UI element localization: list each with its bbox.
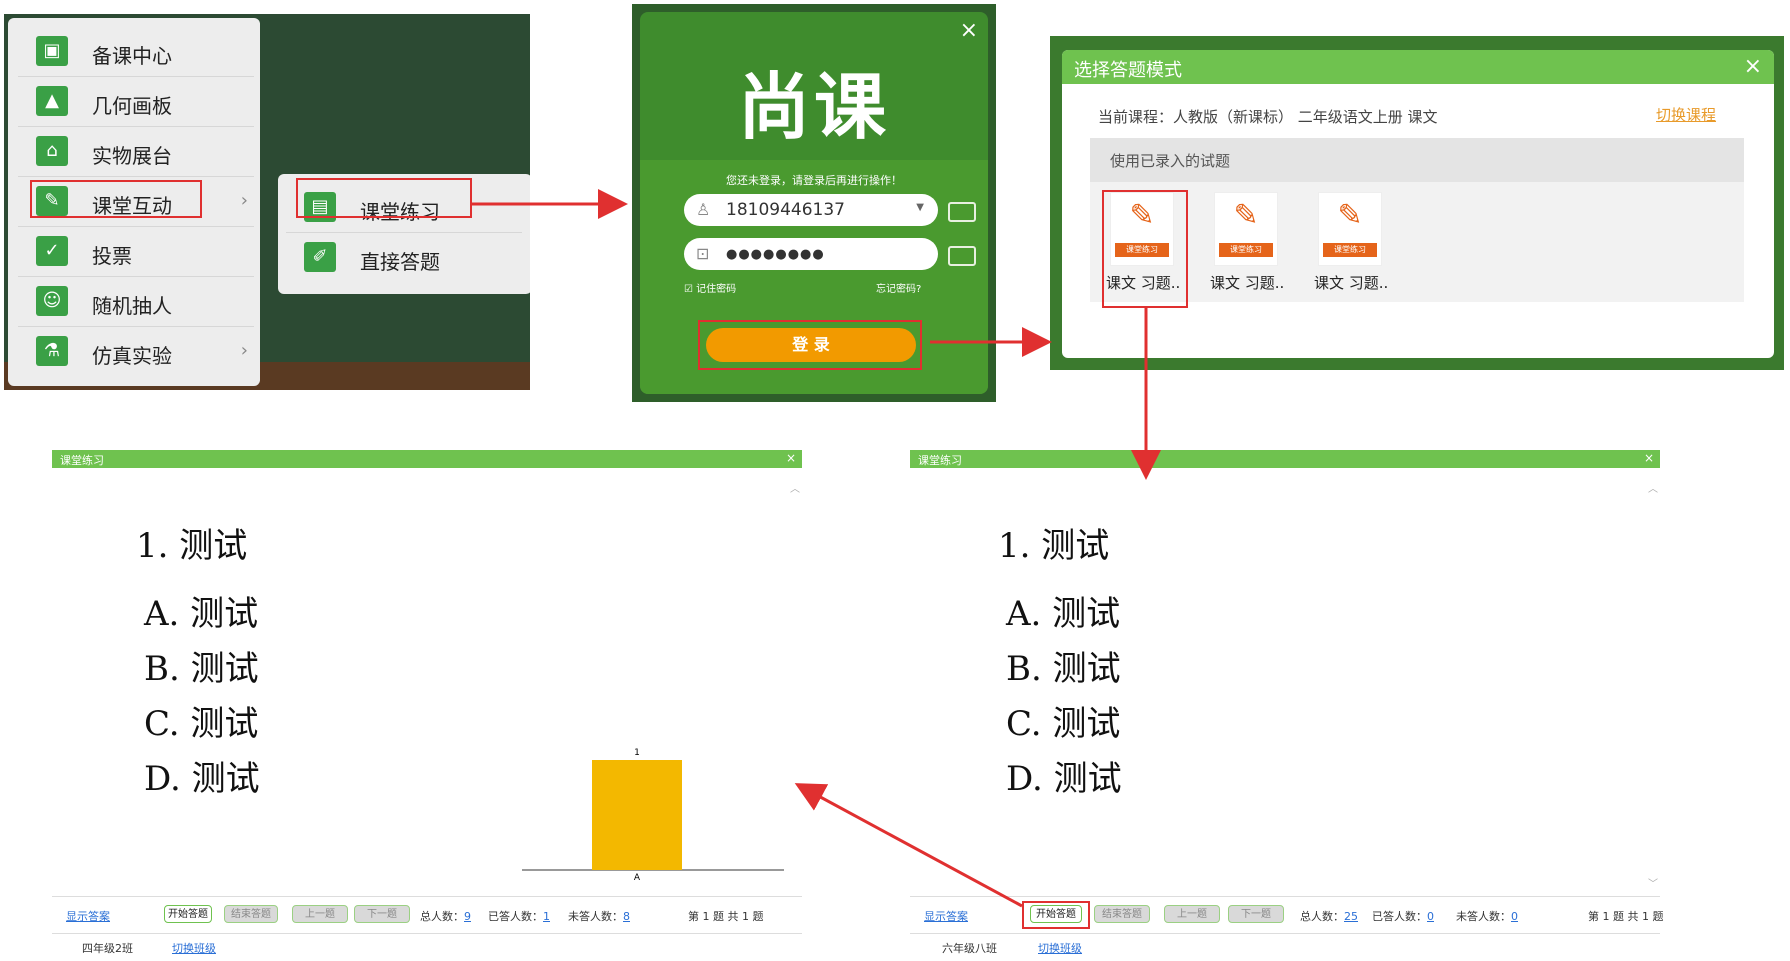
flow-arrows [472, 189, 1161, 908]
arrow-to-result [794, 783, 1023, 908]
